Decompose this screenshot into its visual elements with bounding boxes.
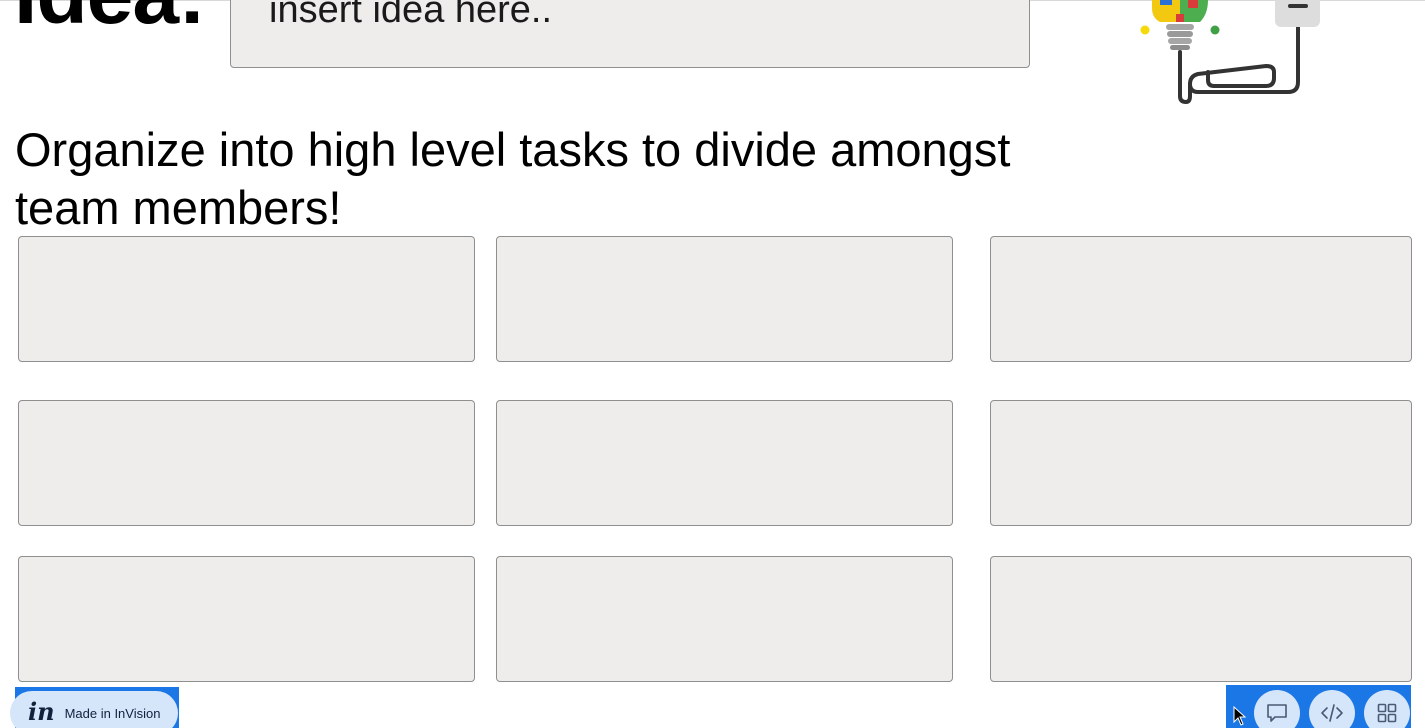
task-box-1[interactable] <box>18 236 475 362</box>
task-box-2[interactable] <box>496 236 953 362</box>
task-box-3[interactable] <box>990 236 1412 362</box>
idea-input[interactable]: insert idea here.. <box>230 0 1030 68</box>
instructions-text: Organize into high level tasks to divide… <box>15 123 1011 234</box>
idea-heading: Idea: <box>14 0 206 36</box>
made-in-invision-badge[interactable]: in Made in InVision <box>10 691 178 728</box>
task-box-4[interactable] <box>18 400 475 526</box>
invision-logo-icon: in <box>28 697 55 726</box>
task-box-6[interactable] <box>990 400 1412 526</box>
task-box-5[interactable] <box>496 400 953 526</box>
lightbulb-puzzle-icon <box>1140 0 1320 104</box>
code-button[interactable] <box>1309 690 1355 728</box>
comment-button[interactable] <box>1254 690 1300 728</box>
grid-icon <box>1377 703 1397 723</box>
idea-input-placeholder: insert idea here.. <box>269 0 553 31</box>
comment-icon <box>1267 704 1287 722</box>
mouse-cursor-icon <box>1233 706 1247 726</box>
code-icon <box>1321 704 1343 722</box>
invision-badge-label: Made in InVision <box>64 705 161 721</box>
task-box-7[interactable] <box>18 556 475 682</box>
task-box-8[interactable] <box>496 556 953 682</box>
task-box-9[interactable] <box>990 556 1412 682</box>
grid-button[interactable] <box>1364 690 1410 728</box>
